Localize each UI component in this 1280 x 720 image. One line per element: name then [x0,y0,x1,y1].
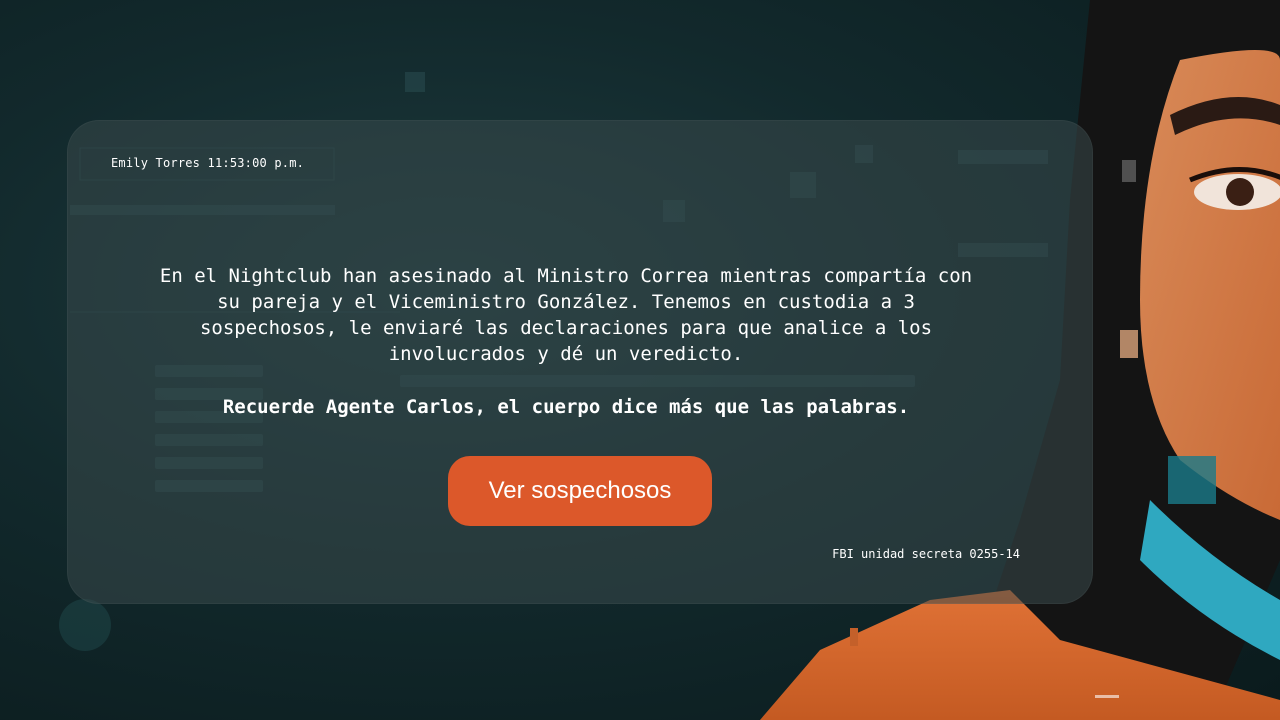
agent-reminder-text: Recuerde Agente Carlos, el cuerpo dice m… [222,396,910,418]
mission-briefing-text: En el Nightclub han asesinado al Ministr… [159,265,973,365]
message-header: Emily Torres 11:53:00 p.m. [111,156,304,170]
view-suspects-button[interactable]: Ver sospechosos [448,456,712,526]
unit-label: FBI unidad secreta 0255-14 [832,547,1020,561]
sender-name: Emily Torres [111,156,201,170]
message-timestamp: 11:53:00 p.m. [207,156,305,170]
